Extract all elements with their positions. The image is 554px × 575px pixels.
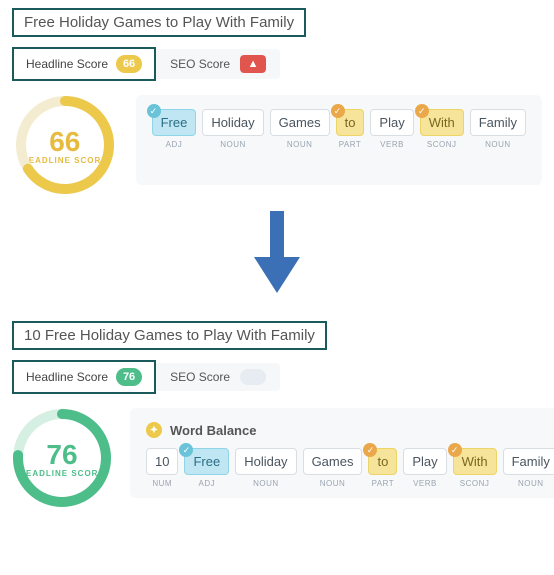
check-badge-icon: ✓ [331, 104, 345, 118]
headline-score-tab[interactable]: Headline Score 66 [14, 49, 154, 79]
headline-input[interactable]: Free Holiday Games to Play With Family [12, 8, 306, 37]
token-pos: SCONJ [427, 140, 457, 149]
analyzer-panel-top: Free Holiday Games to Play With Family H… [0, 0, 554, 199]
token-pos: VERB [380, 140, 404, 149]
token: to✓ PART [336, 109, 365, 149]
token-pos: NOUN [485, 140, 511, 149]
content-row: 66 HEADLINE SCORE Free✓ADJHolidayNOUNGam… [12, 95, 542, 195]
headline-score-pill: 76 [116, 368, 142, 386]
token-word[interactable]: Free✓ [152, 109, 197, 136]
token-pos: NOUN [253, 479, 279, 488]
analyzer-panel-bottom: 10 Free Holiday Games to Play With Famil… [0, 313, 554, 512]
token-pos: PART [372, 479, 395, 488]
token: Games NOUN [270, 109, 330, 149]
token: Free✓ ADJ [184, 448, 229, 488]
token-pos: ADJ [166, 140, 183, 149]
token: Holiday NOUN [202, 109, 263, 149]
score-gauge-wrap: 66 HEADLINE SCORE [12, 95, 118, 195]
token: Free✓ ADJ [152, 109, 197, 149]
token-word[interactable]: to✓ [336, 109, 365, 136]
headline-score-tab[interactable]: Headline Score 76 [14, 362, 154, 392]
token: Family NOUN [503, 448, 554, 488]
token: 10 NUM [146, 448, 178, 488]
check-badge-icon: ✓ [415, 104, 429, 118]
token-word[interactable]: With✓ [420, 109, 464, 136]
token-word[interactable]: to✓ [368, 448, 397, 475]
tabs-row: Headline Score 66 SEO Score ▲ [12, 47, 542, 81]
token-pos: NOUN [287, 140, 313, 149]
token-word[interactable]: Play [403, 448, 446, 475]
headline-score-tab-label: Headline Score [26, 57, 108, 71]
arrow-down-icon [250, 209, 304, 295]
token: to✓ PART [368, 448, 397, 488]
token-pos: SCONJ [460, 479, 490, 488]
token-word[interactable]: Holiday [235, 448, 296, 475]
token-word[interactable]: Games [303, 448, 363, 475]
seo-empty-indicator [240, 369, 266, 385]
word-balance-header: ✦ Word Balance [146, 422, 554, 438]
token-list-bottom: 10 NUM Free✓ ADJ Holiday NOUN Games NOUN to✓ PART… [146, 448, 554, 488]
token: With✓ SCONJ [453, 448, 497, 488]
check-badge-icon: ✓ [448, 443, 462, 457]
token-pos: NOUN [220, 140, 246, 149]
score-gauge-wrap: 76 HEADLINE SCORE [12, 408, 112, 508]
headline-score-pill: 66 [116, 55, 142, 73]
arrow-divider [0, 199, 554, 313]
check-badge-icon: ✓ [179, 443, 193, 457]
token: Play VERB [370, 109, 413, 149]
token-list-top: Free✓ ADJ Holiday NOUN Games NOUN to✓ PART Play V… [152, 109, 526, 149]
score-gauge: 76 HEADLINE SCORE [12, 408, 112, 508]
token: Play VERB [403, 448, 446, 488]
token-word[interactable]: 10 [146, 448, 178, 475]
token-pos: NOUN [320, 479, 346, 488]
token: With✓ SCONJ [420, 109, 464, 149]
headline-score-tab-box: Headline Score 76 [12, 360, 156, 394]
token-word[interactable]: Family [503, 448, 554, 475]
headline-input[interactable]: 10 Free Holiday Games to Play With Famil… [12, 321, 327, 350]
check-badge-icon: ✓ [147, 104, 161, 118]
token: Games NOUN [303, 448, 363, 488]
seo-score-tab-label: SEO Score [170, 57, 230, 71]
word-balance-icon: ✦ [146, 422, 162, 438]
token-word[interactable]: Free✓ [184, 448, 229, 475]
score-gauge: 66 HEADLINE SCORE [15, 95, 115, 195]
word-balance-area: ✦ Word Balance 10NUMFree✓ADJHolidayNOUNG… [130, 408, 554, 498]
token: Holiday NOUN [235, 448, 296, 488]
token-word[interactable]: Play [370, 109, 413, 136]
token-word[interactable]: Holiday [202, 109, 263, 136]
check-badge-icon: ✓ [363, 443, 377, 457]
headline-score-tab-box: Headline Score 66 [12, 47, 156, 81]
seo-score-tab[interactable]: SEO Score ▲ [156, 49, 280, 79]
tabs-row: Headline Score 76 SEO Score [12, 360, 542, 394]
token-word[interactable]: Family [470, 109, 526, 136]
headline-score-tab-label: Headline Score [26, 370, 108, 384]
word-balance-area: Free✓ ADJ Holiday NOUN Games NOUN to✓ PART Play V… [136, 95, 542, 185]
token-word[interactable]: With✓ [453, 448, 497, 475]
content-row: 76 HEADLINE SCORE ✦ Word Balance 10 NUM Fr… [12, 408, 542, 508]
seo-score-tab-label: SEO Score [170, 370, 230, 384]
token-pos: NUM [152, 479, 172, 488]
token: Family NOUN [470, 109, 526, 149]
token-pos: VERB [413, 479, 437, 488]
warning-icon: ▲ [240, 55, 266, 73]
token-pos: NOUN [518, 479, 544, 488]
token-word[interactable]: Games [270, 109, 330, 136]
token-pos: ADJ [199, 479, 216, 488]
seo-score-tab[interactable]: SEO Score [156, 363, 280, 391]
word-balance-label: Word Balance [170, 423, 256, 438]
token-pos: PART [339, 140, 362, 149]
